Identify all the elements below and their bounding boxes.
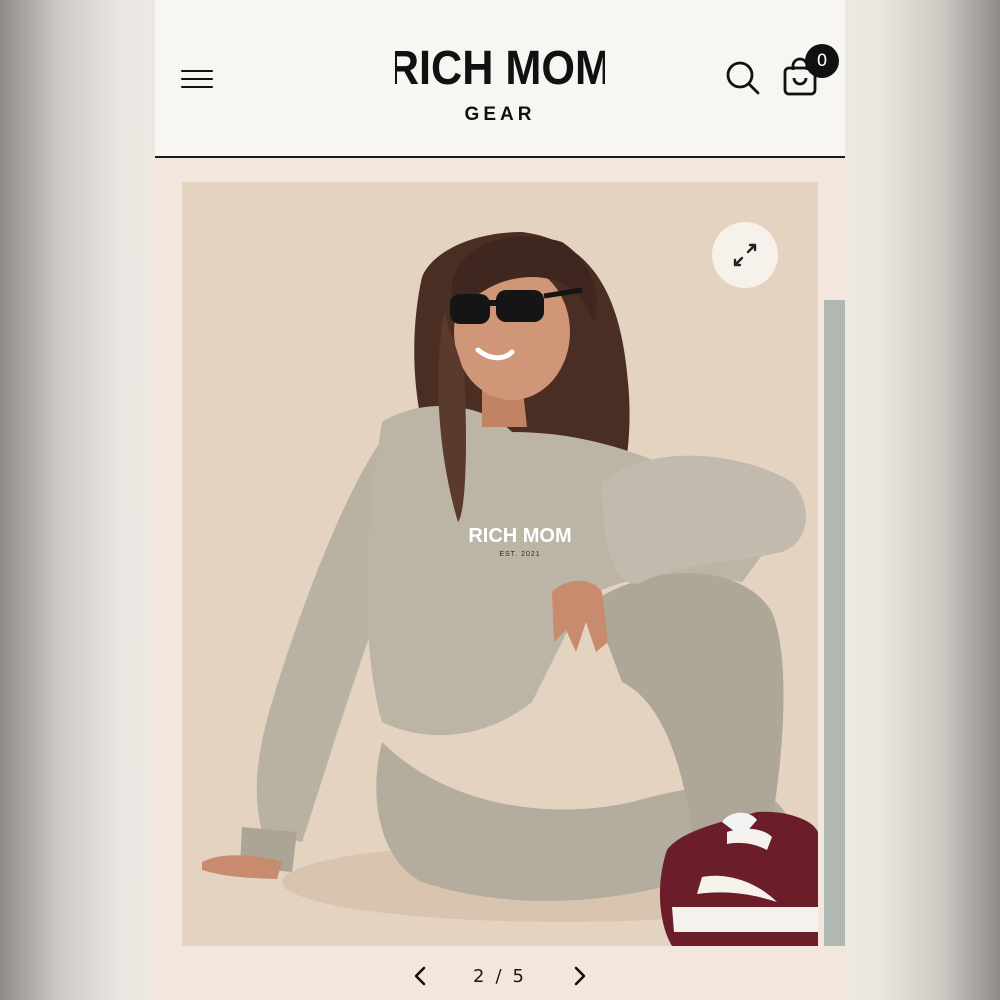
site-header: RICH MOM GEAR 0 [155, 0, 845, 158]
gallery-current-page: 2 [473, 965, 488, 987]
brand-name-line1: RICH MOM [395, 41, 605, 95]
brand-name-line2: GEAR [465, 104, 536, 125]
product-photo: RICH MOM EST. 2021 [202, 232, 818, 946]
search-icon[interactable] [723, 58, 763, 98]
expand-icon[interactable] [712, 222, 778, 288]
cart-count-badge[interactable]: 0 [805, 44, 839, 78]
product-image-main[interactable]: RICH MOM EST. 2021 [182, 182, 818, 946]
sweatshirt-print-line1: RICH MOM [468, 525, 571, 547]
chevron-right-icon[interactable] [565, 961, 595, 991]
gallery-total-pages: 5 [512, 965, 527, 987]
product-image-next-peek[interactable] [824, 300, 845, 946]
brand-logo[interactable]: RICH MOM GEAR [395, 30, 605, 130]
sweatshirt-print-line2: EST. 2021 [499, 551, 540, 558]
gallery-page-indicator: 2 / 5 [473, 966, 527, 987]
gallery-pager: 2 / 5 [155, 958, 845, 994]
chevron-left-icon[interactable] [405, 961, 435, 991]
product-page: RICH MOM GEAR 0 RICH MOM EST. 2021 2 / 5 [155, 0, 845, 1000]
gallery-separator: / [495, 965, 505, 987]
hamburger-menu-icon[interactable] [179, 64, 215, 94]
